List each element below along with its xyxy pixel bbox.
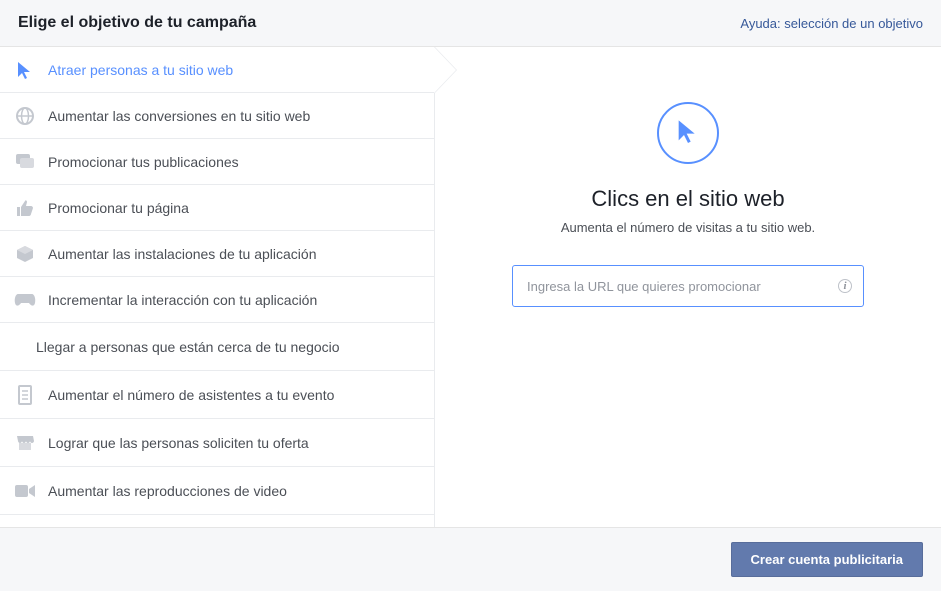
objective-local-awareness[interactable]: Llegar a personas que están cerca de tu …	[0, 323, 434, 371]
objective-clicks-to-website[interactable]: Atraer personas a tu sitio web	[0, 47, 434, 93]
objective-video-views[interactable]: Aumentar las reproducciones de video	[0, 467, 434, 515]
objective-offer-claims[interactable]: Lograr que las personas soliciten tu ofe…	[0, 419, 434, 467]
create-ad-account-button[interactable]: Crear cuenta publicitaria	[731, 542, 923, 577]
globe-icon	[14, 105, 36, 127]
gamepad-icon	[14, 289, 36, 311]
info-icon[interactable]: i	[838, 279, 852, 293]
sidebar-item-label: Llegar a personas que están cerca de tu …	[36, 339, 340, 355]
page-title: Elige el objetivo de tu campaña	[18, 14, 256, 32]
url-input[interactable]	[512, 265, 864, 307]
hero-icon-circle	[657, 102, 719, 164]
objective-app-installs[interactable]: Aumentar las instalaciones de tu aplicac…	[0, 231, 434, 277]
sidebar-item-label: Promocionar tus publicaciones	[48, 154, 239, 170]
package-icon	[14, 243, 36, 265]
document-icon	[14, 384, 36, 406]
cursor-icon	[14, 59, 36, 81]
objective-boost-posts[interactable]: Promocionar tus publicaciones	[0, 139, 434, 185]
objective-event-responses[interactable]: Aumentar el número de asistentes a tu ev…	[0, 371, 434, 419]
sidebar-item-label: Promocionar tu página	[48, 200, 189, 216]
cursor-icon	[676, 117, 700, 150]
video-icon	[14, 480, 36, 502]
sidebar-item-label: Aumentar las reproducciones de video	[48, 483, 287, 499]
objective-app-engagement[interactable]: Incrementar la interacción con tu aplica…	[0, 277, 434, 323]
sidebar-item-label: Incrementar la interacción con tu aplica…	[48, 292, 317, 308]
sidebar-item-label: Aumentar las conversiones en tu sitio we…	[48, 108, 310, 124]
chat-icon	[14, 151, 36, 173]
store-icon	[14, 432, 36, 454]
blank-icon	[14, 336, 36, 358]
objective-promote-page[interactable]: Promocionar tu página	[0, 185, 434, 231]
sidebar-item-label: Lograr que las personas soliciten tu ofe…	[48, 435, 309, 451]
main-body: Atraer personas a tu sitio web Aumentar …	[0, 47, 941, 527]
sidebar-item-label: Aumentar las instalaciones de tu aplicac…	[48, 246, 317, 262]
footer: Crear cuenta publicitaria	[0, 527, 941, 591]
sidebar-item-label: Aumentar el número de asistentes a tu ev…	[48, 387, 334, 403]
objective-subtitle: Aumenta el número de visitas a tu sitio …	[561, 220, 815, 235]
objective-title: Clics en el sitio web	[591, 186, 784, 212]
like-icon	[14, 197, 36, 219]
main-panel: Clics en el sitio web Aumenta el número …	[435, 47, 941, 527]
header: Elige el objetivo de tu campaña Ayuda: s…	[0, 0, 941, 47]
url-input-wrap: i	[512, 265, 864, 307]
sidebar: Atraer personas a tu sitio web Aumentar …	[0, 47, 435, 527]
objective-website-conversions[interactable]: Aumentar las conversiones en tu sitio we…	[0, 93, 434, 139]
sidebar-item-label: Atraer personas a tu sitio web	[48, 62, 233, 78]
help-link[interactable]: Ayuda: selección de un objetivo	[740, 16, 923, 31]
